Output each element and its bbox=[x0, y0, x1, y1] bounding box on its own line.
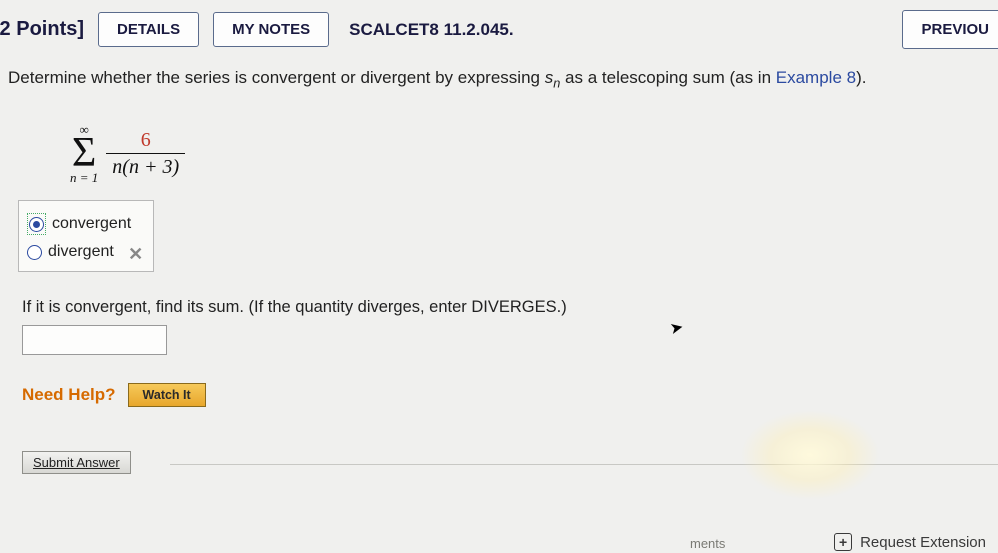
my-notes-button[interactable]: MY NOTES bbox=[213, 12, 329, 47]
fraction-numerator: 6 bbox=[135, 128, 157, 153]
option-divergent-label: divergent bbox=[48, 243, 114, 261]
submit-row: Submit Answer bbox=[22, 441, 998, 484]
series-expression: ∞ Σ n = 1 6 n(n + 3) bbox=[70, 123, 998, 185]
prompt-text-pre: Determine whether the series is converge… bbox=[8, 68, 545, 87]
sum-input[interactable] bbox=[22, 325, 167, 355]
fraction-denominator: n(n + 3) bbox=[106, 153, 185, 179]
sigma-block: ∞ Σ n = 1 bbox=[70, 123, 98, 185]
example-link[interactable]: Example 8 bbox=[776, 68, 856, 87]
need-help-label: Need Help? bbox=[22, 385, 116, 405]
mouse-cursor-icon: ➤ bbox=[668, 317, 685, 339]
fraction: 6 n(n + 3) bbox=[106, 128, 185, 179]
submit-answer-button[interactable]: Submit Answer bbox=[22, 451, 131, 474]
sigma-symbol: Σ bbox=[72, 136, 96, 172]
option-divergent[interactable]: divergent bbox=[27, 239, 131, 265]
points-label: /2 Points] bbox=[0, 18, 84, 41]
watch-it-button[interactable]: Watch It bbox=[128, 383, 206, 407]
incorrect-icon: ✕ bbox=[128, 244, 143, 265]
prompt-text-post: ). bbox=[856, 68, 866, 87]
radio-icon bbox=[29, 217, 44, 232]
prompt-text-mid: as a telescoping sum (as in bbox=[560, 68, 775, 87]
previous-button[interactable]: PREVIOU bbox=[902, 10, 998, 49]
need-help-row: Need Help? Watch It bbox=[22, 383, 998, 407]
footer-fragment: ments bbox=[690, 536, 725, 551]
radio-icon bbox=[27, 245, 42, 260]
request-extension-link[interactable]: + Request Extension bbox=[834, 533, 986, 551]
question-reference: SCALCET8 11.2.045. bbox=[349, 20, 513, 40]
option-convergent-label: convergent bbox=[52, 215, 131, 233]
divider bbox=[170, 464, 998, 465]
variable-s: s bbox=[545, 68, 554, 87]
sum-prompt: If it is convergent, find its sum. (If t… bbox=[22, 298, 998, 317]
plus-icon: + bbox=[834, 533, 852, 551]
question-toolbar: /2 Points] DETAILS MY NOTES SCALCET8 11.… bbox=[0, 0, 998, 61]
sigma-lower: n = 1 bbox=[70, 171, 98, 184]
request-extension-label: Request Extension bbox=[860, 534, 986, 551]
answer-options-box: convergent divergent ✕ bbox=[18, 200, 154, 272]
option-convergent[interactable]: convergent bbox=[27, 209, 131, 239]
question-prompt: Determine whether the series is converge… bbox=[0, 61, 998, 101]
details-button[interactable]: DETAILS bbox=[98, 12, 199, 47]
